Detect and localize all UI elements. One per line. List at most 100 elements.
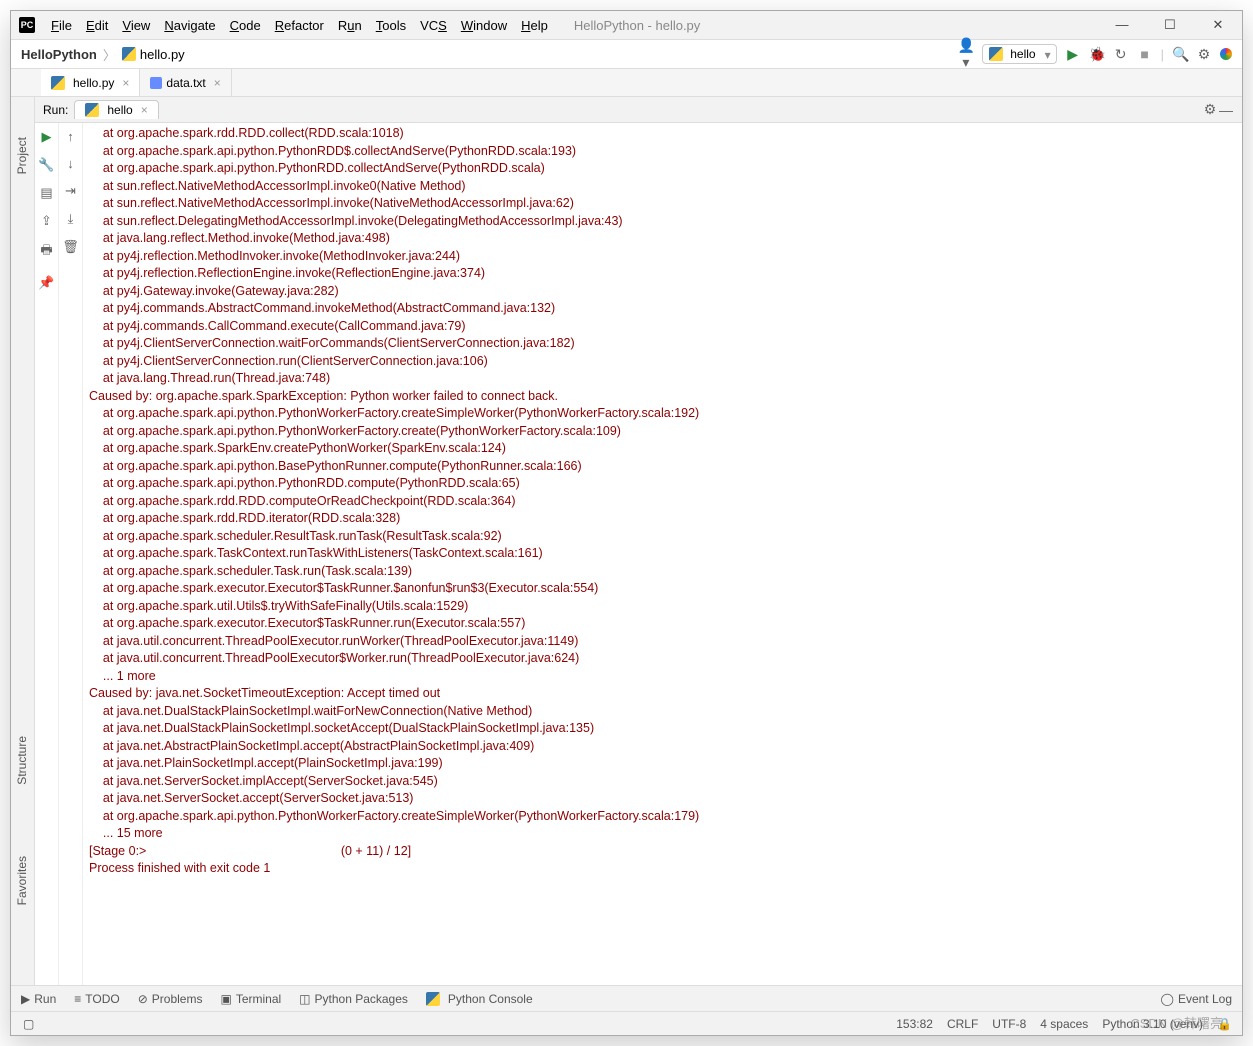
- console-line: at py4j.ClientServerConnection.waitForCo…: [89, 335, 1236, 353]
- maximize-button[interactable]: ☐: [1160, 17, 1180, 33]
- user-icon[interactable]: 👤▾: [958, 37, 974, 71]
- chevron-right-icon: 〉: [103, 45, 116, 64]
- console-line: at java.net.AbstractPlainSocketImpl.acce…: [89, 738, 1236, 756]
- print-icon[interactable]: 🖶: [40, 241, 52, 263]
- console-line: ... 15 more: [89, 825, 1236, 843]
- sidebar-project[interactable]: Project: [15, 137, 29, 174]
- menu-edit[interactable]: Edit: [80, 16, 114, 35]
- menu-file[interactable]: File: [45, 16, 78, 35]
- menu-tools[interactable]: Tools: [370, 16, 412, 35]
- run-config-name: hello: [1010, 47, 1035, 61]
- console-line: at org.apache.spark.executor.Executor$Ta…: [89, 580, 1236, 598]
- python-file-icon: [122, 47, 136, 61]
- close-button[interactable]: ✕: [1208, 17, 1228, 33]
- sidebar-favorites[interactable]: Favorites: [15, 856, 29, 905]
- close-icon[interactable]: ×: [214, 76, 221, 90]
- coverage-button[interactable]: ↻: [1113, 46, 1129, 63]
- watermark: CSDN @韩曙亮: [1130, 1013, 1223, 1032]
- debug-button[interactable]: 🐞: [1089, 46, 1105, 63]
- console-line: Caused by: org.apache.spark.SparkExcepti…: [89, 388, 1236, 406]
- breadcrumb-root[interactable]: HelloPython: [21, 47, 97, 62]
- console-line: at sun.reflect.NativeMethodAccessorImpl.…: [89, 195, 1236, 213]
- gear-icon[interactable]: ⚙: [1202, 101, 1218, 118]
- ide-features-icon[interactable]: [1220, 48, 1232, 60]
- python-file-icon: [51, 76, 65, 90]
- python-file-icon: [85, 103, 99, 117]
- console-line: at org.apache.spark.util.Utils$.tryWithS…: [89, 598, 1236, 616]
- console-line: at java.net.DualStackPlainSocketImpl.wai…: [89, 703, 1236, 721]
- console-line: at org.apache.spark.executor.Executor$Ta…: [89, 615, 1236, 633]
- menu-navigate[interactable]: Navigate: [158, 16, 221, 35]
- up-icon[interactable]: ↑: [67, 129, 74, 144]
- caret-position[interactable]: 153:82: [896, 1017, 933, 1031]
- console-line: at org.apache.spark.SparkEnv.createPytho…: [89, 440, 1236, 458]
- tab-hello-py[interactable]: hello.py ×: [41, 69, 140, 96]
- settings-icon[interactable]: ⚙: [1196, 46, 1212, 63]
- filter-icon[interactable]: ⇪: [41, 213, 52, 229]
- tool-window-bar: ▶ Run ≡ TODO ⊘ Problems ▣ Terminal ◫ Pyt…: [11, 985, 1242, 1011]
- console-line: at java.net.PlainSocketImpl.accept(Plain…: [89, 755, 1236, 773]
- text-file-icon: [150, 77, 162, 89]
- console-line: at java.util.concurrent.ThreadPoolExecut…: [89, 633, 1236, 651]
- status-square-icon[interactable]: ▢: [23, 1017, 34, 1031]
- menu-window[interactable]: Window: [455, 16, 513, 35]
- console-line: at org.apache.spark.api.python.PythonWor…: [89, 808, 1236, 826]
- run-panel-header: Run: hello × ⚙ —: [35, 97, 1242, 123]
- stop-button[interactable]: ■: [1137, 46, 1153, 62]
- down-icon[interactable]: ↓: [67, 156, 74, 171]
- close-icon[interactable]: ×: [122, 76, 129, 90]
- console-line: at java.net.ServerSocket.implAccept(Serv…: [89, 773, 1236, 791]
- wrench-icon[interactable]: 🔧: [38, 157, 54, 173]
- event-log[interactable]: ◯ Event Log: [1161, 992, 1232, 1006]
- console-line: at java.lang.Thread.run(Thread.java:748): [89, 370, 1236, 388]
- menu-code[interactable]: Code: [224, 16, 267, 35]
- close-icon[interactable]: ×: [141, 103, 148, 117]
- scroll-icon[interactable]: ⤓: [68, 211, 74, 227]
- tool-run[interactable]: ▶ Run: [21, 992, 56, 1006]
- tool-python-console[interactable]: Python Console: [426, 992, 533, 1006]
- wrap-icon[interactable]: ⇥: [65, 183, 76, 199]
- console-line: at py4j.reflection.MethodInvoker.invoke(…: [89, 248, 1236, 266]
- console-line: at sun.reflect.DelegatingMethodAccessorI…: [89, 213, 1236, 231]
- run-console[interactable]: at org.apache.spark.rdd.RDD.collect(RDD.…: [83, 123, 1242, 985]
- line-separator[interactable]: CRLF: [947, 1017, 978, 1031]
- menu-vcs[interactable]: VCS: [414, 16, 453, 35]
- console-line: at org.apache.spark.api.python.PythonWor…: [89, 405, 1236, 423]
- trash-icon[interactable]: 🗑: [62, 239, 79, 255]
- tool-todo[interactable]: ≡ TODO: [74, 992, 119, 1006]
- python-file-icon: [989, 47, 1003, 61]
- console-line: at org.apache.spark.api.python.PythonRDD…: [89, 475, 1236, 493]
- console-line: [Stage 0:> (0 + 11) / 12]: [89, 843, 1236, 861]
- menu-help[interactable]: Help: [515, 16, 554, 35]
- console-line: at org.apache.spark.api.python.PythonWor…: [89, 423, 1236, 441]
- console-line: Caused by: java.net.SocketTimeoutExcepti…: [89, 685, 1236, 703]
- status-bar: ▢ 153:82 CRLF UTF-8 4 spaces Python 3.10…: [11, 1011, 1242, 1035]
- indent-setting[interactable]: 4 spaces: [1040, 1017, 1088, 1031]
- console-line: at org.apache.spark.TaskContext.runTaskW…: [89, 545, 1236, 563]
- run-button[interactable]: ▶: [1065, 46, 1081, 63]
- sidebar-structure[interactable]: Structure: [15, 736, 29, 785]
- tool-problems[interactable]: ⊘ Problems: [138, 992, 203, 1006]
- navigation-bar: HelloPython 〉 hello.py 👤▾ hello ▶ 🐞 ↻ ■ …: [11, 39, 1242, 69]
- minimize-button[interactable]: —: [1112, 17, 1132, 33]
- hide-icon[interactable]: —: [1218, 102, 1234, 118]
- search-icon[interactable]: 🔍: [1172, 46, 1188, 63]
- pycharm-logo-icon: PC: [19, 17, 35, 33]
- console-line: Process finished with exit code 1: [89, 860, 1236, 878]
- tool-terminal[interactable]: ▣ Terminal: [220, 992, 281, 1006]
- layout-icon[interactable]: ▤: [40, 185, 52, 201]
- tool-python-packages[interactable]: ◫ Python Packages: [299, 992, 408, 1006]
- run-config-selector[interactable]: hello: [982, 44, 1057, 65]
- console-line: at java.lang.reflect.Method.invoke(Metho…: [89, 230, 1236, 248]
- breadcrumb-file[interactable]: hello.py: [140, 47, 185, 62]
- menu-run[interactable]: Run: [332, 16, 368, 35]
- file-encoding[interactable]: UTF-8: [992, 1017, 1026, 1031]
- editor-tabs: hello.py × data.txt ×: [11, 69, 1242, 97]
- menu-refactor[interactable]: Refactor: [269, 16, 330, 35]
- menu-view[interactable]: View: [116, 16, 156, 35]
- console-line: at java.util.concurrent.ThreadPoolExecut…: [89, 650, 1236, 668]
- pin-icon[interactable]: 📌: [38, 275, 54, 291]
- rerun-button[interactable]: ▶: [42, 129, 52, 145]
- tab-data-txt[interactable]: data.txt ×: [140, 69, 231, 96]
- run-process-tab[interactable]: hello ×: [74, 100, 158, 119]
